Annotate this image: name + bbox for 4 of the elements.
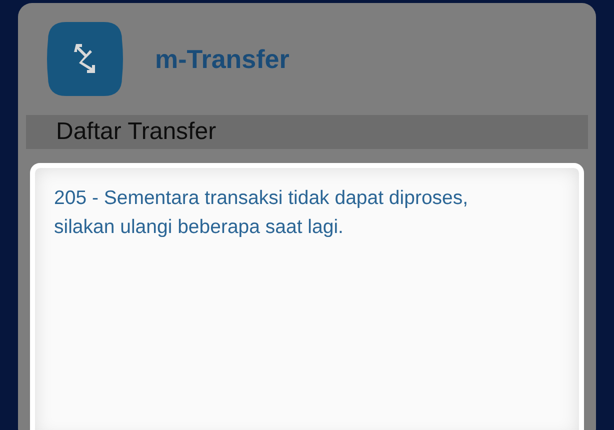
error-message: 205 - Sementara transaksi tidak dapat diproses, silakan ulangi beberapa saat lagi. <box>54 186 470 240</box>
transfer-app-icon <box>46 20 124 98</box>
section-title: Daftar Transfer <box>56 117 216 147</box>
app-title: m-Transfer <box>155 42 290 76</box>
